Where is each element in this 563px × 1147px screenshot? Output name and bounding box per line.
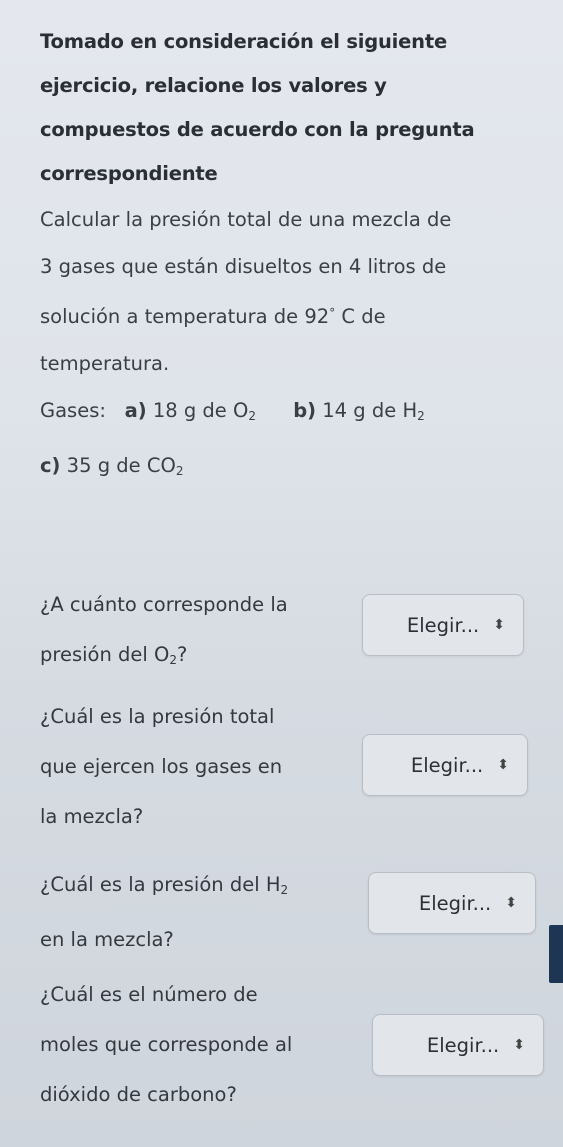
instructions-line: correspondiente — [40, 162, 218, 185]
question-co2-moles: ¿Cuál es el número de moles que correspo… — [40, 970, 360, 1120]
updown-chevron-icon: ⬍ — [493, 617, 505, 633]
problem-line: solución a temperatura de 92° C de — [40, 290, 540, 340]
gas-b-letter: b) — [293, 399, 317, 422]
question-line: presión del O2? — [40, 630, 360, 685]
question-total-pressure: ¿Cuál es la presión total que ejercen lo… — [40, 692, 360, 842]
gas-c-letter: c) — [40, 454, 61, 477]
gas-a-subscript: 2 — [248, 409, 256, 423]
problem-line: 3 gases que están disueltos en 4 litros … — [40, 255, 447, 278]
question-text: presión del O — [40, 643, 170, 666]
instructions-line: Tomado en consideración el siguiente — [40, 30, 447, 53]
question-line: que ejercen los gases en — [40, 755, 283, 778]
updown-chevron-icon: ⬍ — [505, 895, 517, 911]
question-text: ¿Cuál es la presión del H — [40, 873, 281, 896]
select-value: Elegir... — [418, 891, 492, 915]
question-line: moles que corresponde al — [40, 1033, 293, 1056]
select-value: Elegir... — [426, 1033, 500, 1057]
answer-select-o2-pressure[interactable]: Elegir... ⬍ — [362, 594, 524, 656]
gas-c-subscript: 2 — [175, 464, 184, 478]
question-text: ? — [177, 643, 188, 666]
question-subscript: 2 — [280, 883, 289, 897]
gas-b-subscript: 2 — [417, 409, 425, 423]
question-line: ¿Cuál es el número de — [40, 983, 258, 1006]
gas-a-text: 18 g de O — [146, 399, 249, 422]
gases-line: Gases: a) 18 g de O2 b) 14 g de H2 — [40, 386, 540, 441]
updown-chevron-icon: ⬍ — [513, 1037, 525, 1053]
gas-b-text: 14 g de H — [316, 399, 418, 422]
question-line: ¿Cuál es la presión del H2 — [40, 860, 360, 915]
question-line: en la mezcla? — [40, 928, 174, 951]
question-line: ¿A cuánto corresponde la — [40, 593, 288, 616]
instructions-line: compuestos de acuerdo con la pregunta — [40, 118, 475, 141]
question-line: dióxido de carbono? — [40, 1083, 237, 1106]
select-value: Elegir... — [410, 753, 484, 777]
question-subscript: 2 — [169, 653, 178, 667]
gases-line: c) 35 g de CO2 — [40, 441, 540, 496]
updown-chevron-icon: ⬍ — [497, 757, 509, 773]
gases-list: Gases: a) 18 g de O2 b) 14 g de H2 c) 35… — [40, 386, 540, 496]
quiz-page: Tomado en consideración el siguiente eje… — [0, 0, 563, 1147]
question-o2-pressure: ¿A cuánto corresponde la presión del O2? — [40, 580, 360, 685]
answer-select-h2-pressure[interactable]: Elegir... ⬍ — [368, 872, 536, 934]
scrollbar-thumb[interactable] — [549, 925, 563, 983]
select-value: Elegir... — [406, 613, 480, 637]
instructions: Tomado en consideración el siguiente eje… — [40, 20, 510, 196]
question-line: la mezcla? — [40, 805, 144, 828]
problem-line: temperatura. — [40, 352, 170, 375]
question-h2-pressure: ¿Cuál es la presión del H2 en la mezcla? — [40, 860, 360, 965]
answer-select-total-pressure[interactable]: Elegir... ⬍ — [362, 734, 528, 796]
instructions-line: ejercicio, relacione los valores y — [40, 74, 387, 97]
problem-text: C de — [335, 305, 386, 328]
problem-line: Calcular la presión total de una mezcla … — [40, 208, 452, 231]
gas-c-text: 35 g de CO — [60, 454, 176, 477]
gas-a-letter: a) — [124, 399, 147, 422]
answer-select-co2-moles[interactable]: Elegir... ⬍ — [372, 1014, 544, 1076]
problem-text: solución a temperatura de 92 — [40, 305, 330, 328]
gases-label: Gases: — [40, 399, 106, 422]
problem-statement: Calcular la presión total de una mezcla … — [40, 196, 540, 387]
question-line: ¿Cuál es la presión total — [40, 705, 275, 728]
